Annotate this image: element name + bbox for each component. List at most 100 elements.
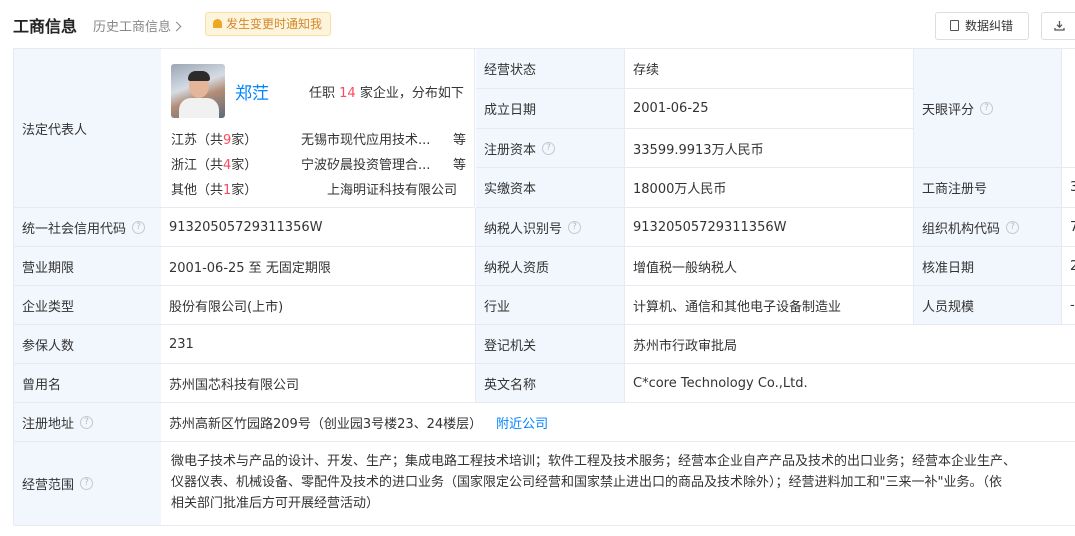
capital-label: 注册资本 (484, 142, 537, 158)
legal-rep-name[interactable]: 郑茳 (235, 79, 269, 104)
scope-line: 相关部门批准后方可开展经营活动） (171, 496, 380, 511)
download-button[interactable] (1041, 12, 1075, 40)
taxq-label-cell: 纳税人资质 (476, 247, 625, 286)
scope-label: 经营范围 (22, 478, 75, 493)
estab-value: 2001-06-25 (633, 101, 709, 116)
orgcode-label-cell: 组织机构代码? (914, 208, 1062, 247)
taxq-value-cell: 增值税一般纳税人 (625, 247, 914, 286)
province-company[interactable]: 无锡市现代应用技术... (301, 129, 443, 148)
uscc-label-cell: 统一社会信用代码? (14, 208, 162, 247)
orgcode-label: 组织机构代码 (922, 221, 1001, 237)
taxq-label: 纳税人资质 (484, 260, 550, 276)
data-correction-label: 数据纠错 (965, 19, 1014, 33)
summary-suffix: 家企业，分布如下 (359, 86, 464, 101)
nearby-companies-link[interactable]: 附近公司 (496, 413, 548, 432)
staff-value: - (1070, 297, 1075, 313)
help-icon[interactable]: ? (980, 101, 994, 115)
paid-value-cell: 18000万人民币 (625, 168, 914, 208)
authority-label: 登记机关 (484, 338, 537, 354)
history-label: 历史工商信息 (93, 20, 172, 35)
addr-value: 苏州高新区竹园路209号（创业园3号楼23、24楼层） (169, 416, 483, 432)
former-value: 苏州国芯科技有限公司 (169, 377, 300, 393)
term-value-cell: 2001-06-25 至 无固定期限 (161, 247, 476, 286)
avatar-hair-shape (188, 71, 210, 81)
history-link[interactable]: 历史工商信息 (93, 16, 182, 35)
province-prefix: 浙江（共 (171, 158, 224, 173)
help-icon[interactable]: ? (1006, 220, 1020, 234)
province-more[interactable]: 等 (453, 129, 466, 148)
taxid-value: 91320505729311356W (633, 219, 787, 235)
industry-value-cell: 计算机、通信和其他电子设备制造业 (625, 286, 914, 325)
authority-value: 苏州市行政审批局 (633, 338, 738, 354)
term-value: 2001-06-25 至 无固定期限 (169, 260, 331, 276)
insured-label: 参保人数 (22, 338, 75, 354)
industry-value: 计算机、通信和其他电子设备制造业 (633, 299, 842, 315)
en-label: 英文名称 (484, 377, 537, 393)
province-company[interactable]: 宁波矽晨投资管理合... (301, 154, 443, 173)
en-value: C*core Technology Co.,Ltd. (633, 375, 808, 391)
avatar[interactable] (171, 64, 225, 118)
tianyan-label-cell: 天眼评分? (914, 49, 1062, 168)
province-suffix: 家） (231, 183, 258, 198)
regno-value: 3 (1070, 180, 1075, 195)
province-prefix: 其他（共 (171, 183, 224, 198)
regno-value-cell: 3 (1062, 168, 1075, 208)
staff-value-cell: - (1062, 286, 1075, 325)
uscc-value: 91320505729311356W (169, 219, 323, 235)
province-suffix: 家） (231, 158, 258, 173)
paid-label: 实缴资本 (484, 182, 537, 197)
approve-label: 核准日期 (922, 260, 975, 276)
notify-label: 发生变更时通知我 (226, 17, 323, 31)
province-prefix: 江苏（共 (171, 133, 224, 148)
province-company[interactable]: 上海明证科技有限公司 (327, 179, 469, 198)
chevron-right-icon (171, 21, 182, 32)
help-icon[interactable]: ? (542, 141, 556, 155)
type-value-cell: 股份有限公司(上市) (161, 286, 476, 325)
province-item: 浙江（共4家） (171, 154, 257, 173)
notify-button[interactable]: 发生变更时通知我 (205, 12, 332, 36)
orgcode-value: 7 (1070, 220, 1075, 235)
regno-label-cell: 工商注册号 (914, 168, 1062, 208)
tianyan-value-cell (1062, 49, 1075, 168)
en-value-cell: C*core Technology Co.,Ltd. (625, 364, 1075, 403)
tianyan-label: 天眼评分 (922, 102, 975, 118)
help-icon[interactable]: ? (132, 220, 146, 234)
scope-line: 微电子技术与产品的设计、开发、生产；集成电路工程技术培训；软件工程及技术服务；经… (171, 454, 1017, 469)
help-icon[interactable]: ? (80, 415, 94, 429)
former-label-cell: 曾用名 (14, 364, 162, 403)
paid-value: 18000万人民币 (633, 182, 727, 197)
estab-label-cell: 成立日期 (476, 89, 625, 129)
approve-label-cell: 核准日期 (914, 247, 1062, 286)
taxq-value: 增值税一般纳税人 (633, 260, 738, 276)
addr-label: 注册地址 (22, 416, 75, 432)
term-label: 营业期限 (22, 260, 75, 276)
industry-label: 行业 (484, 299, 511, 315)
approve-value-cell: 2 (1062, 247, 1075, 286)
province-suffix: 家） (231, 133, 258, 148)
taxid-label: 纳税人识别号 (484, 221, 563, 237)
section-header: 工商信息 历史工商信息 发生变更时通知我 数据纠错 (0, 0, 1075, 48)
page-title: 工商信息 (13, 17, 78, 36)
uscc-value-cell: 91320505729311356W (161, 208, 476, 247)
help-icon[interactable]: ? (568, 220, 582, 234)
former-value-cell: 苏州国芯科技有限公司 (161, 364, 476, 403)
addr-value-cell: 苏州高新区竹园路209号（创业园3号楼23、24楼层） 附近公司 (161, 403, 1075, 442)
capital-value: 33599.9913万人民币 (633, 142, 764, 158)
help-icon[interactable]: ? (80, 477, 94, 490)
status-value-cell: 存续 (625, 49, 914, 89)
province-more[interactable]: 等 (453, 154, 466, 173)
scope-value-cell: 微电子技术与产品的设计、开发、生产；集成电路工程技术培训；软件工程及技术服务；经… (161, 442, 1075, 526)
province-item: 其他（共1家） (171, 179, 257, 198)
bell-icon (213, 19, 222, 28)
legal-rep-label: 法定代表人 (22, 122, 88, 138)
addr-label-cell: 注册地址? (14, 403, 162, 442)
summary-prefix: 任职 (309, 86, 336, 101)
uscc-label: 统一社会信用代码 (22, 221, 127, 237)
type-value: 股份有限公司(上市) (169, 299, 284, 315)
capital-label-cell: 注册资本? (476, 129, 625, 168)
authority-value-cell: 苏州市行政审批局 (625, 325, 1075, 364)
data-correction-button[interactable]: 数据纠错 (935, 12, 1029, 40)
scope-line: 仪器仪表、机械设备、零配件及技术的进口业务（国家限定公司经营和国家禁止进出口的商… (171, 475, 1002, 490)
status-value: 存续 (633, 63, 660, 78)
term-label-cell: 营业期限 (14, 247, 162, 286)
